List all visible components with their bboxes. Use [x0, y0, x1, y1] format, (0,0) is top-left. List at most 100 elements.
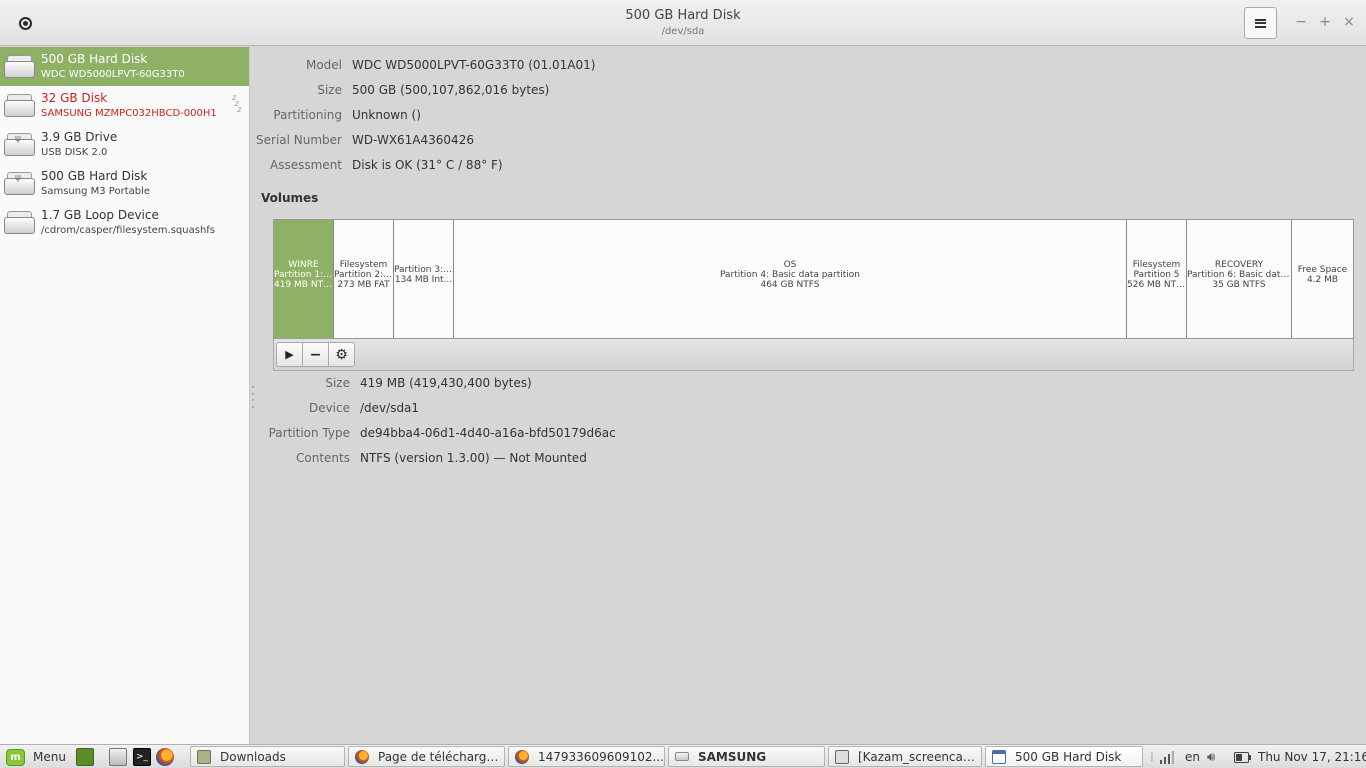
play-icon: ▶: [285, 348, 294, 361]
show-desktop-icon[interactable]: [76, 748, 94, 766]
delete-partition-button[interactable]: −: [302, 342, 329, 367]
gear-icon: ⚙: [335, 346, 348, 363]
window-label: Page de télécharge...: [378, 749, 504, 764]
serial-value: WD-WX61A4360426: [352, 133, 474, 147]
clock[interactable]: Thu Nov 17, 21:16: [1258, 747, 1366, 767]
close-button[interactable]: ×: [1341, 14, 1357, 30]
partition-size: 419 MB NTFS: [274, 280, 333, 290]
partition-block[interactable]: RECOVERY Partition 6: Basic data partiti…: [1187, 220, 1292, 338]
hamburger-icon: [1255, 18, 1266, 28]
partition-name: Partition 2: EFI System: [334, 270, 393, 280]
device-item-500gb-hard-disk[interactable]: 500 GB Hard Disk WDC WD5000LPVT-60G33T0: [0, 47, 249, 86]
partitioning-label: Partitioning: [273, 108, 342, 122]
taskbar-window-samsung[interactable]: SAMSUNG: [668, 746, 825, 767]
menu-label: Menu: [33, 750, 66, 764]
device-item-loop-device[interactable]: 1.7 GB Loop Device /cdrom/casper/filesys…: [0, 203, 249, 242]
taskbar: m Menu >_ Downloads Page de télécharge..…: [0, 744, 1366, 768]
loop-device-icon: [4, 211, 35, 235]
volume-size-label: Size: [325, 376, 350, 390]
mint-logo-icon: m: [6, 748, 25, 766]
partition-name: Partition 4: Basic data partition: [719, 270, 860, 280]
partition-block[interactable]: OS Partition 4: Basic data partition 464…: [454, 220, 1127, 338]
window-label: SAMSUNG: [698, 749, 767, 764]
assessment-value: Disk is OK (31° C / 88° F): [352, 158, 503, 172]
volume-icon[interactable]: 🔊︎: [1207, 747, 1215, 767]
contents-value: NTFS (version 1.3.00) — Not Mounted: [360, 451, 587, 465]
partition-block[interactable]: WINRE Partition 1: Basic data partition …: [274, 220, 334, 338]
partition-block[interactable]: Filesystem Partition 2: EFI System 273 M…: [334, 220, 394, 338]
assessment-label: Assessment: [270, 158, 342, 172]
app-menu-button[interactable]: [1244, 7, 1277, 39]
battery-icon[interactable]: [1234, 747, 1251, 767]
device-name: 500 GB Hard Disk: [41, 52, 148, 66]
file-manager-launcher-icon[interactable]: [109, 748, 127, 766]
video-icon: [835, 749, 849, 764]
device-model: SAMSUNG MZMPC032HBCD-000H1: [41, 108, 217, 119]
usb-drive-icon: ψ: [4, 133, 35, 157]
window-label: [Kazam_screencast...: [858, 749, 981, 764]
partition-size: 35 GB NTFS: [1212, 280, 1266, 290]
partition-name: Partition 6: Basic data partition: [1187, 270, 1291, 280]
device-model: WDC WD5000LPVT-60G33T0: [41, 69, 185, 80]
taskbar-window-firefox-image[interactable]: 147933609609102...: [508, 746, 665, 767]
device-item-samsung-portable[interactable]: ψ 500 GB Hard Disk Samsung M3 Portable: [0, 164, 249, 203]
taskbar-window-disks[interactable]: 500 GB Hard Disk: [985, 746, 1143, 767]
firefox-icon: [515, 749, 529, 764]
partition-label: OS: [783, 260, 797, 270]
firefox-icon: [355, 749, 369, 764]
partition-block[interactable]: Partition 3: Microsoft Reserved 134 MB I…: [394, 220, 454, 338]
model-value: WDC WD5000LPVT-60G33T0 (01.01A01): [352, 58, 596, 72]
standby-zzz-icon: z z z: [232, 93, 242, 114]
device-item-usb-drive[interactable]: ψ 3.9 GB Drive USB DISK 2.0: [0, 125, 249, 164]
volume-toolbar: ▶ − ⚙: [273, 339, 1354, 371]
partition-name: Partition 1: Basic data partition: [274, 270, 333, 280]
partition-name: Partition 5: [1133, 270, 1180, 280]
model-label: Model: [305, 58, 342, 72]
partition-label: RECOVERY: [1214, 260, 1264, 270]
taskbar-window-firefox-download[interactable]: Page de télécharge...: [348, 746, 505, 767]
device-sidebar: 500 GB Hard Disk WDC WD5000LPVT-60G33T0 …: [0, 47, 250, 744]
partition-label: Free Space: [1297, 265, 1348, 275]
partition-size: 464 GB NTFS: [760, 280, 820, 290]
minimize-button[interactable]: −: [1293, 14, 1309, 30]
folder-icon: [197, 749, 211, 764]
mount-button[interactable]: ▶: [276, 342, 303, 367]
partition-size: 273 MB FAT: [337, 280, 390, 290]
menu-button[interactable]: m Menu: [6, 747, 66, 767]
usb-drive-icon: ψ: [4, 172, 35, 196]
taskbar-window-kazam[interactable]: [Kazam_screencast...: [828, 746, 982, 767]
disks-icon: [992, 749, 1006, 764]
volume-device-value: /dev/sda1: [360, 401, 420, 415]
partition-type-label: Partition Type: [268, 426, 350, 440]
volume-device-label: Device: [308, 401, 350, 415]
keyboard-layout-indicator[interactable]: en: [1185, 747, 1200, 767]
maximize-button[interactable]: +: [1317, 14, 1333, 30]
size-label: Size: [317, 83, 342, 97]
size-value: 500 GB (500,107,862,016 bytes): [352, 83, 550, 97]
firefox-launcher-icon[interactable]: [156, 748, 174, 766]
volume-size-value: 419 MB (419,430,400 bytes): [360, 376, 532, 390]
window-label: 147933609609102...: [538, 749, 664, 764]
window-subtitle: /dev/sda: [661, 26, 705, 37]
terminal-launcher-icon[interactable]: >_: [133, 748, 151, 766]
device-model: USB DISK 2.0: [41, 147, 108, 158]
partition-settings-button[interactable]: ⚙: [328, 342, 355, 367]
partition-block[interactable]: Filesystem Partition 5 526 MB NTFS: [1127, 220, 1187, 338]
window-label: 500 GB Hard Disk: [1015, 749, 1122, 764]
contents-label: Contents: [296, 451, 350, 465]
network-signal-icon[interactable]: [1160, 747, 1174, 767]
partition-size: 4.2 MB: [1306, 275, 1339, 285]
partition-name: Partition 3: Microsoft Reserved: [394, 265, 453, 275]
header-bar: 500 GB Hard Disk /dev/sda − + ×: [0, 0, 1366, 46]
device-name: 500 GB Hard Disk: [41, 169, 148, 183]
minus-icon: −: [309, 346, 322, 363]
volumes-heading: Volumes: [261, 191, 319, 205]
taskbar-window-downloads[interactable]: Downloads: [190, 746, 345, 767]
device-model: /cdrom/casper/filesystem.squashfs: [41, 225, 216, 236]
tray-separator: ⁞: [1150, 750, 1154, 764]
free-space-block[interactable]: Free Space 4.2 MB: [1292, 220, 1353, 338]
device-name: 32 GB Disk: [41, 91, 108, 105]
device-item-32gb-disk[interactable]: 32 GB Disk SAMSUNG MZMPC032HBCD-000H1 z …: [0, 86, 249, 125]
partition-size: 134 MB Int...: [394, 275, 453, 285]
partition-label: WINRE: [288, 260, 319, 270]
